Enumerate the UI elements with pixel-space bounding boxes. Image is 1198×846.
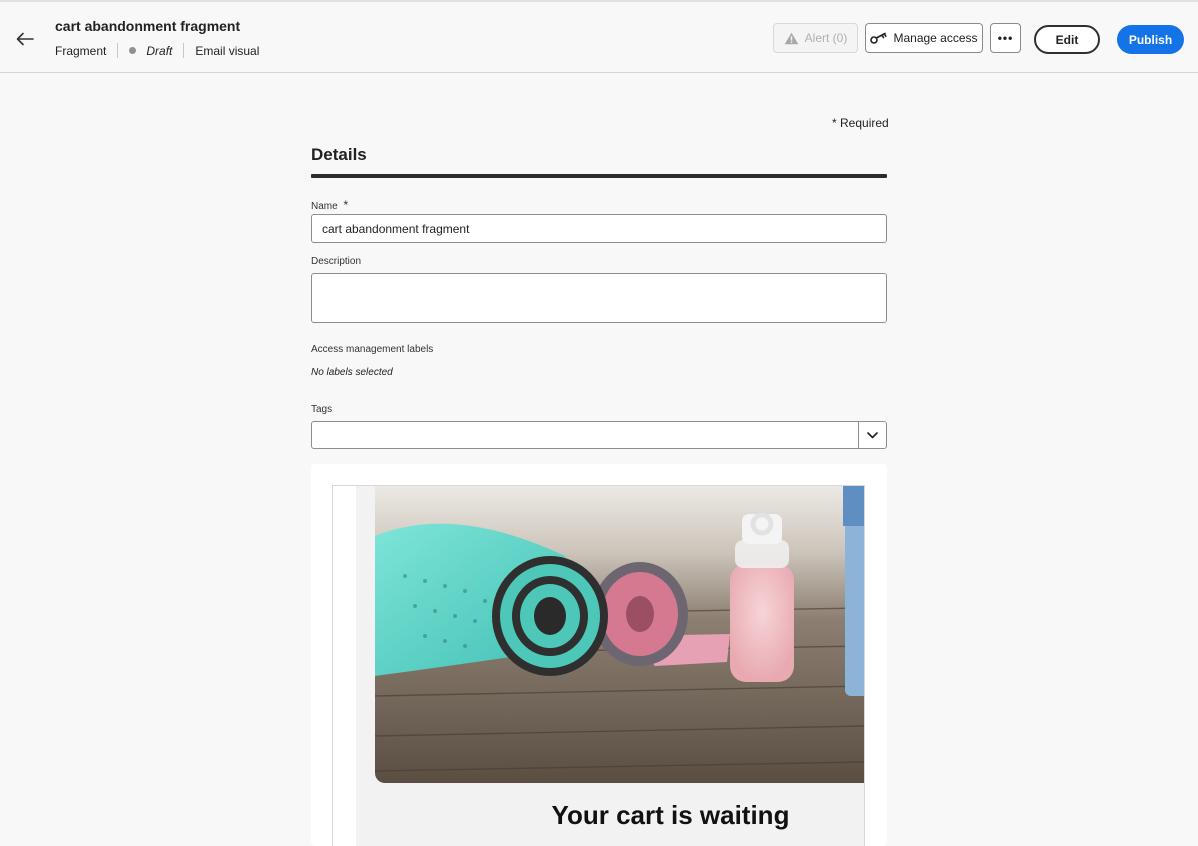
section-title: Details [311,145,367,164]
manage-access-button[interactable]: Manage access [865,23,983,53]
status-badge: Draft [146,43,173,58]
page-title: cart abandonment fragment [55,18,241,34]
back-button[interactable] [14,28,36,50]
status-dot [129,47,137,54]
required-mark: * [343,198,349,212]
name-label-text: Name [311,201,338,212]
alert-label: Alert (0) [804,31,848,45]
meta-divider [183,43,185,58]
channel-label: Email visual [195,43,260,58]
tags-label: Tags [311,404,333,415]
publish-button[interactable]: Publish [1117,25,1184,54]
edit-button[interactable]: Edit [1034,25,1100,54]
access-labels-value: No labels selected [311,367,393,378]
description-label: Description [311,256,362,267]
name-label: Name * [311,198,348,212]
more-horizontal-icon: ••• [997,31,1014,45]
alert-triangle-icon [784,32,798,44]
alert-button[interactable]: Alert (0) [773,23,858,53]
meta-divider [117,43,119,58]
chevron-down-icon [867,431,878,438]
tags-dropdown-button[interactable] [858,422,886,448]
section-divider [311,174,887,178]
manage-access-label: Manage access [893,31,978,45]
tags-field[interactable] [311,421,887,449]
required-note: * Required [832,116,889,130]
more-actions-button[interactable]: ••• [990,23,1021,53]
arrow-left-icon [16,32,34,46]
name-field-value: cart abandonment fragment [322,221,470,236]
key-icon [870,32,888,44]
edit-label: Edit [1055,32,1079,47]
access-labels-label: Access management labels [311,344,434,355]
top-bar: cart abandonment fragment Fragment Draft… [0,0,1198,73]
yoga-mats-and-water-bottles-photo [375,486,864,783]
object-type: Fragment [55,43,107,58]
hero-image [375,486,864,783]
name-field[interactable]: cart abandonment fragment [311,214,887,243]
publish-label: Publish [1128,32,1173,47]
description-field[interactable] [311,273,887,323]
page-meta: Fragment Draft Email visual [55,43,259,58]
email-heading: Your cart is waiting [551,800,790,830]
